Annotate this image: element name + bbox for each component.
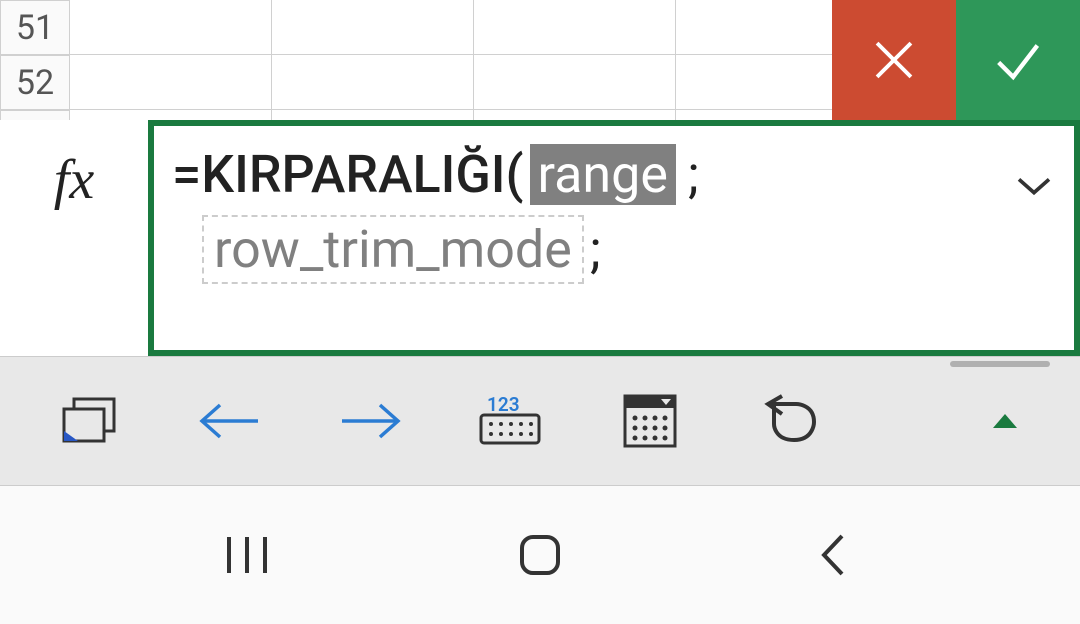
formula-bar: fx =KIRPARALIĞI( range ; row_trim_mode ; bbox=[0, 120, 1080, 356]
row-headers: 51 52 bbox=[0, 0, 70, 120]
scroll-indicator bbox=[950, 361, 1050, 367]
triangle-up-icon bbox=[990, 411, 1020, 431]
numeric-keyboard-button[interactable]: 123 bbox=[450, 357, 570, 485]
next-button[interactable] bbox=[310, 357, 430, 485]
cell[interactable] bbox=[474, 0, 675, 55]
arrow-right-icon bbox=[334, 399, 406, 443]
formula-prefix: =KIRPARALIĞI( bbox=[172, 144, 524, 205]
home-icon bbox=[518, 533, 562, 577]
system-nav-bar bbox=[0, 486, 1080, 624]
formula-param-next[interactable]: row_trim_mode bbox=[202, 215, 584, 284]
previous-button[interactable] bbox=[170, 357, 290, 485]
check-icon bbox=[989, 31, 1047, 89]
recents-icon bbox=[223, 533, 271, 577]
arrow-left-icon bbox=[194, 399, 266, 443]
numeric-keyboard-icon: 123 bbox=[477, 395, 543, 447]
undo-button[interactable] bbox=[730, 357, 850, 485]
close-icon bbox=[865, 31, 923, 89]
cell[interactable] bbox=[474, 55, 675, 110]
sheets-button[interactable] bbox=[30, 357, 150, 485]
collapse-toolbar-button[interactable] bbox=[960, 411, 1050, 431]
formula-action-buttons bbox=[832, 0, 1080, 120]
formula-separator: ; bbox=[688, 144, 699, 205]
chevron-down-icon bbox=[1014, 174, 1054, 198]
cell[interactable] bbox=[272, 55, 473, 110]
home-button[interactable] bbox=[440, 533, 640, 577]
confirm-button[interactable] bbox=[956, 0, 1080, 120]
svg-text:123: 123 bbox=[487, 395, 520, 416]
row-header[interactable]: 52 bbox=[0, 55, 70, 110]
formula-toolbar: 123 bbox=[0, 356, 1080, 486]
fx-label[interactable]: fx bbox=[0, 120, 148, 356]
cell[interactable] bbox=[272, 0, 473, 55]
undo-icon bbox=[760, 394, 820, 448]
cell[interactable] bbox=[70, 55, 271, 110]
formula-input[interactable]: =KIRPARALIĞI( range ; row_trim_mode ; bbox=[148, 120, 1080, 356]
calendar-icon bbox=[621, 392, 679, 450]
formula-separator: ; bbox=[590, 219, 601, 280]
sheets-icon bbox=[60, 395, 120, 447]
date-picker-button[interactable] bbox=[590, 357, 710, 485]
cell[interactable] bbox=[70, 0, 271, 55]
formula-param-active[interactable]: range bbox=[530, 144, 676, 205]
back-icon bbox=[818, 532, 848, 578]
back-button[interactable] bbox=[733, 532, 933, 578]
recents-button[interactable] bbox=[147, 533, 347, 577]
expand-formula-button[interactable] bbox=[1014, 174, 1054, 202]
row-header[interactable]: 51 bbox=[0, 0, 70, 55]
cancel-button[interactable] bbox=[832, 0, 956, 120]
spreadsheet-grid[interactable]: 51 52 bbox=[0, 0, 1080, 120]
fx-text: fx bbox=[54, 148, 94, 212]
